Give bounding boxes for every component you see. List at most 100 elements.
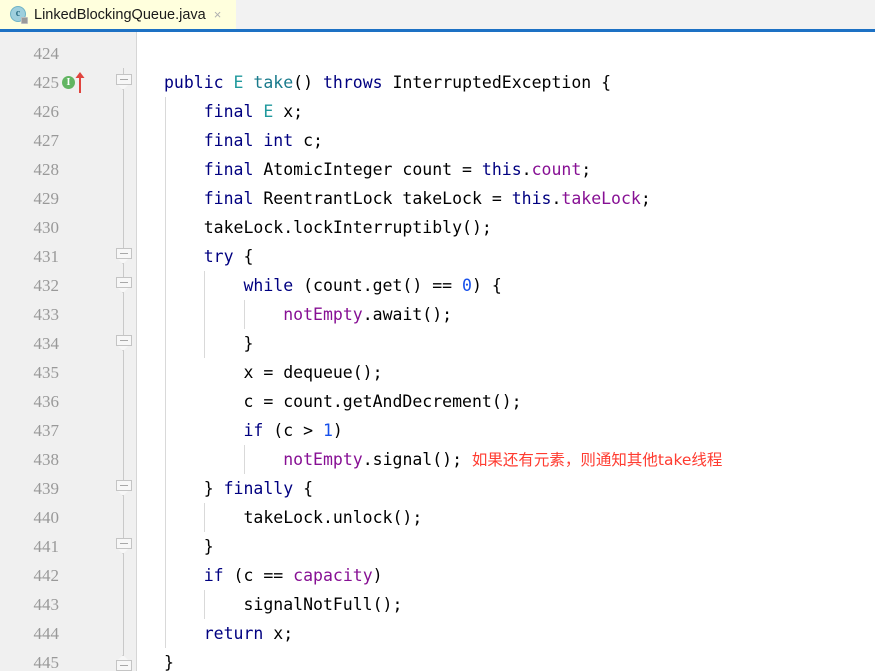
- code-line-text: if (c == capacity): [164, 561, 383, 590]
- fold-rail: [123, 416, 124, 445]
- code-token: ReentrantLock takeLock =: [253, 189, 512, 208]
- code-line[interactable]: final E x;: [138, 97, 875, 126]
- code-line[interactable]: while (count.get() == 0) {: [138, 271, 875, 300]
- fold-minus-icon: [120, 665, 128, 666]
- code-line[interactable]: x = dequeue();: [138, 358, 875, 387]
- fold-gutter-line: [113, 474, 135, 503]
- line-number: 429: [33, 189, 60, 208]
- code-token: final: [203, 189, 254, 208]
- code-token: AtomicInteger count =: [253, 160, 482, 179]
- line-number: 445: [33, 653, 60, 671]
- close-icon[interactable]: ×: [213, 8, 223, 21]
- code-line[interactable]: }: [138, 648, 875, 671]
- fold-rail: [123, 300, 124, 329]
- code-token: }: [164, 479, 224, 498]
- fold-toggle-icon[interactable]: [116, 480, 132, 497]
- implements-marker-icon[interactable]: I: [62, 76, 75, 89]
- code-token: .signal();: [362, 450, 463, 469]
- code-token: ;: [640, 189, 651, 208]
- code-line[interactable]: [138, 39, 875, 68]
- code-token: final: [203, 102, 254, 121]
- code-line[interactable]: try {: [138, 242, 875, 271]
- gutter-line[interactable]: 424: [0, 39, 137, 68]
- fold-gutter-line: [113, 184, 135, 213]
- code-line[interactable]: if (c == capacity): [138, 561, 875, 590]
- code-line-text: return x;: [164, 619, 293, 648]
- line-number: 424: [33, 44, 60, 63]
- code-token: .: [551, 189, 562, 208]
- code-token: takeLock.lockInterruptibly();: [164, 218, 492, 237]
- line-number: 436: [33, 392, 60, 411]
- line-number: 435: [33, 363, 60, 382]
- code-line-text: signalNotFull();: [164, 590, 402, 619]
- fold-gutter-line: [113, 619, 135, 648]
- code-token: final: [203, 160, 254, 179]
- fold-gutter-line: [113, 271, 135, 300]
- fold-rail: [123, 619, 124, 648]
- code-line-text: public E take() throws InterruptedExcept…: [164, 68, 611, 97]
- code-token: 0: [462, 276, 472, 295]
- fold-toggle-icon[interactable]: [116, 538, 132, 555]
- fold-toggle-icon[interactable]: [116, 335, 132, 352]
- line-number: 425: [33, 73, 60, 92]
- fold-gutter-line: [113, 68, 135, 97]
- code-token: {: [293, 479, 314, 498]
- editor-tab-bar: c LinkedBlockingQueue.java ×: [0, 0, 875, 32]
- code-line-text: notEmpty.signal(); 如果还有元素，则通知其他take线程: [164, 445, 722, 475]
- code-line[interactable]: final ReentrantLock takeLock = this.take…: [138, 184, 875, 213]
- code-surface[interactable]: public E take() throws InterruptedExcept…: [138, 32, 875, 671]
- code-line[interactable]: if (c > 1): [138, 416, 875, 445]
- fold-gutter-line: [113, 561, 135, 590]
- code-line-text: c = count.getAndDecrement();: [164, 387, 521, 416]
- code-line[interactable]: signalNotFull();: [138, 590, 875, 619]
- line-number: 431: [33, 247, 60, 266]
- code-line[interactable]: return x;: [138, 619, 875, 648]
- code-line[interactable]: }: [138, 329, 875, 358]
- fold-gutter-line: [113, 445, 135, 474]
- code-line[interactable]: } finally {: [138, 474, 875, 503]
- fold-gutter-line: [113, 329, 135, 358]
- fold-toggle-icon[interactable]: [116, 248, 132, 265]
- fold-gutter-line: [113, 532, 135, 561]
- fold-rail: [123, 213, 124, 242]
- code-token: x;: [263, 624, 294, 643]
- code-line-text: x = dequeue();: [164, 358, 383, 387]
- code-token: }: [164, 653, 174, 671]
- code-line-text: takeLock.lockInterruptibly();: [164, 213, 492, 242]
- fold-toggle-icon[interactable]: [116, 74, 132, 91]
- indent-guide: [243, 445, 245, 474]
- code-line[interactable]: c = count.getAndDecrement();: [138, 387, 875, 416]
- override-arrow-icon[interactable]: [75, 72, 85, 93]
- code-line[interactable]: notEmpty.signal(); 如果还有元素，则通知其他take线程: [138, 445, 875, 474]
- line-number: 430: [33, 218, 60, 237]
- editor-gutter[interactable]: 424 425 I 426 427 428 429 430 431 432 433 434 435 436…: [0, 32, 137, 671]
- code-line[interactable]: final int c;: [138, 126, 875, 155]
- fold-toggle-icon[interactable]: [116, 654, 132, 671]
- code-line[interactable]: notEmpty.await();: [138, 300, 875, 329]
- fold-rail: [123, 184, 124, 213]
- code-line-text: final ReentrantLock takeLock = this.take…: [164, 184, 651, 213]
- code-line[interactable]: public E take() throws InterruptedExcept…: [138, 68, 875, 97]
- indent-guide: [164, 97, 166, 648]
- fold-minus-icon: [120, 340, 128, 341]
- code-token: x = dequeue();: [164, 363, 383, 382]
- code-line[interactable]: }: [138, 532, 875, 561]
- code-line[interactable]: final AtomicInteger count = this.count;: [138, 155, 875, 184]
- java-class-icon: c: [10, 6, 28, 24]
- code-line-text: }: [164, 648, 174, 671]
- code-token: E: [233, 73, 244, 92]
- fold-minus-icon: [120, 79, 128, 80]
- code-token: this: [511, 189, 552, 208]
- code-editor[interactable]: 424 425 I 426 427 428 429 430 431 432 433 434 435 436…: [0, 32, 875, 671]
- code-token: c;: [293, 131, 323, 150]
- code-line[interactable]: takeLock.unlock();: [138, 503, 875, 532]
- code-line[interactable]: takeLock.lockInterruptibly();: [138, 213, 875, 242]
- tab-linkedblockingqueue-java[interactable]: c LinkedBlockingQueue.java ×: [0, 0, 236, 29]
- code-token: takeLock: [561, 189, 641, 208]
- line-number: 437: [33, 421, 60, 440]
- fold-toggle-icon[interactable]: [116, 277, 132, 294]
- code-token: if: [243, 421, 264, 440]
